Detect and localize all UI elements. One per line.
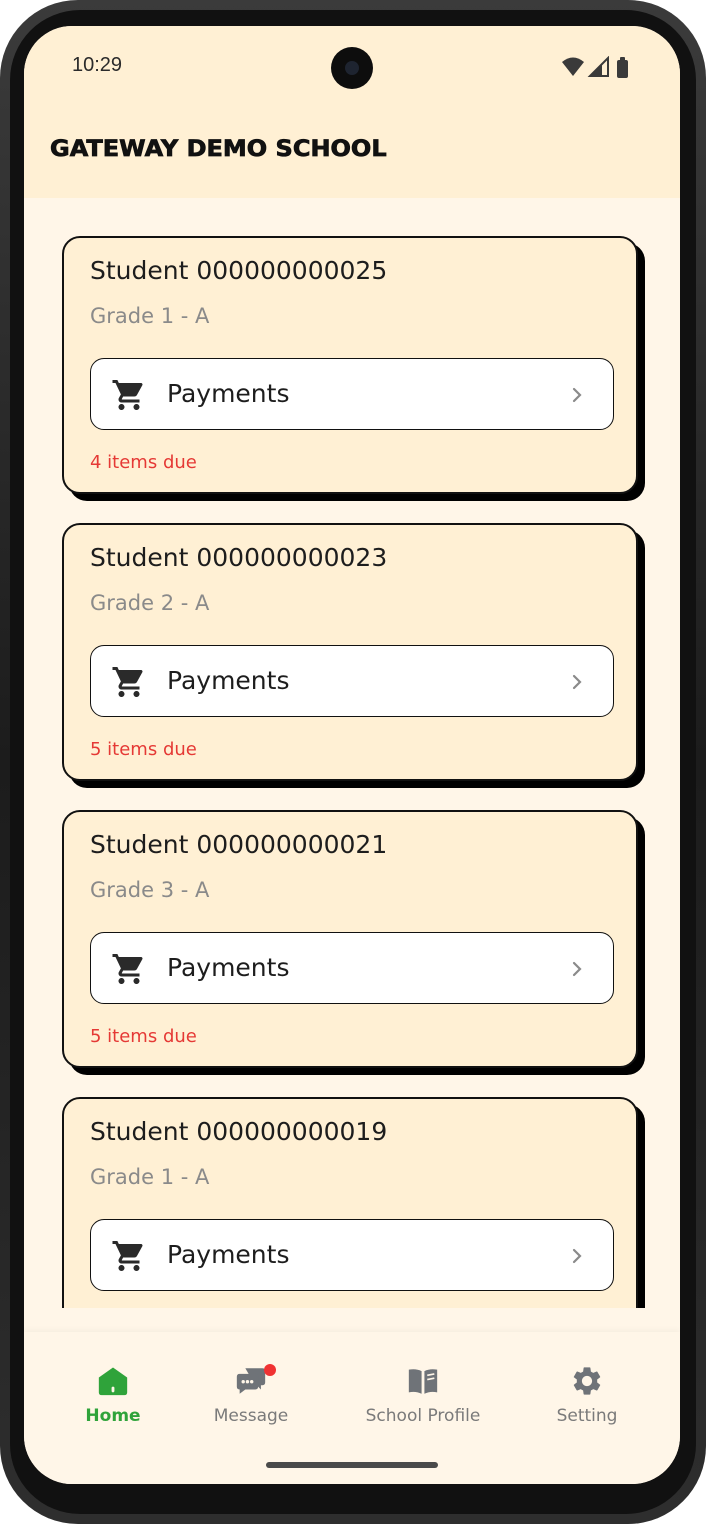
cart-icon — [112, 1241, 143, 1271]
student-card: Student 000000000025 Grade 1 - A Payment… — [62, 236, 638, 494]
student-name: Student 000000000019 — [90, 1117, 388, 1146]
student-card: Student 000000000023 Grade 2 - A Payment… — [62, 523, 638, 781]
nav-item-home[interactable]: Home — [38, 1352, 188, 1432]
payments-button[interactable]: Payments — [90, 645, 614, 717]
nav-item-setting[interactable]: Setting — [512, 1352, 662, 1432]
student-name: Student 000000000021 — [90, 830, 388, 859]
chat-icon — [236, 1368, 266, 1394]
payments-button[interactable]: Payments — [90, 358, 614, 430]
payments-label: Payments — [167, 379, 290, 408]
front-camera — [331, 47, 373, 89]
gear-icon — [573, 1367, 601, 1395]
nav-label-school-profile: School Profile — [365, 1406, 481, 1426]
student-name: Student 000000000023 — [90, 543, 388, 572]
screen: 10:29 GATEWAY DEMO SCHOOL Student 000000… — [24, 26, 680, 1484]
payments-button[interactable]: Payments — [90, 1219, 614, 1291]
payments-label: Payments — [167, 953, 290, 982]
message-badge — [264, 1364, 276, 1376]
nav-item-message[interactable]: Message — [176, 1352, 326, 1432]
gesture-home-indicator[interactable] — [266, 1462, 438, 1468]
cart-icon — [112, 380, 143, 410]
payments-button[interactable]: Payments — [90, 932, 614, 1004]
signal-icon — [587, 56, 609, 77]
app-header: 10:29 GATEWAY DEMO SCHOOL — [24, 26, 680, 198]
payments-label: Payments — [167, 1240, 290, 1269]
book-icon — [408, 1369, 438, 1394]
student-list: Student 000000000025 Grade 1 - A Payment… — [24, 198, 680, 1308]
cart-icon — [112, 954, 143, 984]
nav-item-school-profile[interactable]: School Profile — [348, 1352, 498, 1432]
nav-label-message: Message — [213, 1406, 289, 1426]
chevron-right-icon — [572, 961, 582, 977]
chevron-right-icon — [572, 387, 582, 403]
student-name: Student 000000000025 — [90, 256, 388, 285]
wifi-icon — [562, 57, 584, 76]
student-grade: Grade 1 - A — [90, 1165, 210, 1189]
student-card: Student 000000000021 Grade 3 - A Payment… — [62, 810, 638, 1068]
items-due-text: 4 items due — [90, 452, 197, 473]
status-time: 10:29 — [72, 54, 123, 76]
payments-label: Payments — [167, 666, 290, 695]
battery-icon — [617, 57, 628, 78]
items-due-text: 5 items due — [90, 739, 197, 760]
nav-label-home: Home — [85, 1406, 141, 1426]
cart-icon — [112, 667, 143, 697]
student-grade: Grade 1 - A — [90, 304, 210, 328]
chevron-right-icon — [572, 1248, 582, 1264]
school-title: GATEWAY DEMO SCHOOL — [50, 136, 387, 162]
status-icons — [562, 56, 628, 78]
student-card: Student 000000000019 Grade 1 - A Payment… — [62, 1097, 638, 1308]
home-icon — [98, 1367, 128, 1396]
student-grade: Grade 2 - A — [90, 591, 210, 615]
chevron-right-icon — [572, 674, 582, 690]
nav-label-setting: Setting — [556, 1406, 618, 1426]
student-grade: Grade 3 - A — [90, 878, 210, 902]
items-due-text: 5 items due — [90, 1026, 197, 1047]
